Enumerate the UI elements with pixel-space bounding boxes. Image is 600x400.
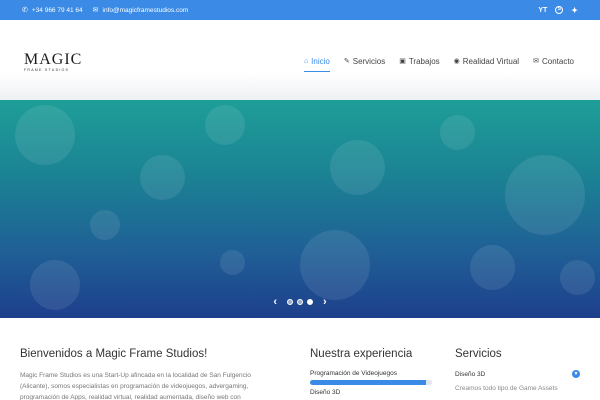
twitter-icon[interactable]: ✦ bbox=[571, 6, 578, 15]
nav-label: Servicios bbox=[352, 56, 386, 66]
bokeh-circle bbox=[330, 140, 385, 195]
experience-section: Nuestra experiencia Programación de Vide… bbox=[310, 348, 435, 396]
services-title: Servicios bbox=[455, 348, 502, 360]
phone-item[interactable]: ✆ +34 966 79 41 64 bbox=[22, 7, 83, 14]
slider-controls: ‹ › bbox=[0, 296, 600, 308]
logo[interactable]: MAGIC FRAME STUDIOS bbox=[24, 51, 83, 73]
youtube-icon[interactable]: YT bbox=[538, 7, 547, 14]
bokeh-circle bbox=[505, 155, 585, 235]
envelope-icon: ✉ bbox=[92, 6, 99, 14]
main-nav: ⌂ Inicio ✎ Servicios ▣ Trabajos ◉ Realid… bbox=[303, 54, 574, 72]
bokeh-circle bbox=[15, 105, 75, 165]
bokeh-circle bbox=[140, 155, 185, 200]
accordion-item-header[interactable]: Diseño 3D ▼ bbox=[455, 370, 580, 378]
bokeh-circle bbox=[205, 105, 245, 145]
skype-icon[interactable]: S bbox=[555, 6, 564, 14]
slider-dot-1[interactable] bbox=[287, 299, 293, 305]
bokeh-circle bbox=[300, 230, 370, 300]
nav-label: Realidad Virtual bbox=[462, 56, 520, 66]
services-section: Servicios Diseño 3D ▼ Creamos todo tipo … bbox=[455, 348, 580, 392]
chevron-down-icon[interactable]: ▼ bbox=[572, 370, 580, 378]
welcome-text: Magic Frame Studios es una Start-Up afin… bbox=[20, 372, 251, 400]
hero-slider bbox=[0, 100, 600, 318]
contact-info: ✆ +34 966 79 41 64 ✉ info@magicframestud… bbox=[22, 0, 188, 20]
nav-label: Inicio bbox=[311, 56, 330, 66]
email-address: info@magicframestudios.com bbox=[102, 6, 189, 14]
eye-icon: ◉ bbox=[453, 58, 460, 65]
slider-dot-3[interactable] bbox=[307, 299, 313, 305]
bokeh-circle bbox=[440, 115, 475, 150]
content-area: Bienvenidos a Magic Frame Studios! Magic… bbox=[0, 318, 600, 400]
site-header: MAGIC FRAME STUDIOS ⌂ Inicio ✎ Servicios… bbox=[0, 20, 600, 100]
bokeh-circle bbox=[220, 250, 245, 275]
welcome-title: Bienvenidos a Magic Frame Studios! bbox=[20, 348, 208, 360]
skill-progress-fill bbox=[310, 380, 426, 385]
accordion-item-body: Creamos todo tipo de Game Assets bbox=[455, 385, 558, 392]
skill-label: Diseño 3D bbox=[310, 389, 341, 396]
envelope-icon: ✉ bbox=[533, 58, 539, 65]
accordion-item-title: Diseño 3D bbox=[455, 370, 486, 378]
skill-progress-bar bbox=[310, 380, 432, 385]
top-bar: ✆ +34 966 79 41 64 ✉ info@magicframestud… bbox=[0, 0, 600, 20]
email-item[interactable]: ✉ info@magicframestudios.com bbox=[93, 7, 189, 14]
next-arrow-icon[interactable]: › bbox=[323, 296, 327, 308]
phone-icon: ✆ bbox=[22, 6, 28, 14]
experience-title: Nuestra experiencia bbox=[310, 348, 413, 360]
logo-main: MAGIC bbox=[24, 51, 83, 68]
bokeh-circle bbox=[560, 260, 595, 295]
slider-dot-2[interactable] bbox=[297, 299, 303, 305]
welcome-section: Bienvenidos a Magic Frame Studios! Magic… bbox=[20, 348, 280, 400]
bokeh-circle bbox=[90, 210, 120, 240]
nav-label: Trabajos bbox=[408, 56, 440, 66]
briefcase-icon: ▣ bbox=[399, 58, 406, 65]
logo-sub: FRAME STUDIOS bbox=[24, 68, 70, 72]
prev-arrow-icon[interactable]: ‹ bbox=[273, 296, 277, 308]
nav-item-inicio[interactable]: ⌂ Inicio bbox=[303, 54, 330, 72]
nav-item-contacto[interactable]: ✉ Contacto bbox=[533, 54, 574, 68]
bokeh-circle bbox=[470, 245, 515, 290]
nav-label: Contacto bbox=[541, 56, 574, 66]
skill-label: Programación de Videojuegos bbox=[310, 370, 397, 377]
nav-item-trabajos[interactable]: ▣ Trabajos bbox=[399, 54, 439, 68]
wrench-icon: ✎ bbox=[343, 58, 350, 65]
phone-number: +34 966 79 41 64 bbox=[31, 6, 83, 14]
social-links: YT S ✦ bbox=[538, 0, 578, 20]
nav-item-realidad-virtual[interactable]: ◉ Realidad Virtual bbox=[454, 54, 519, 68]
nav-item-servicios[interactable]: ✎ Servicios bbox=[344, 54, 385, 68]
home-icon: ⌂ bbox=[303, 57, 309, 65]
